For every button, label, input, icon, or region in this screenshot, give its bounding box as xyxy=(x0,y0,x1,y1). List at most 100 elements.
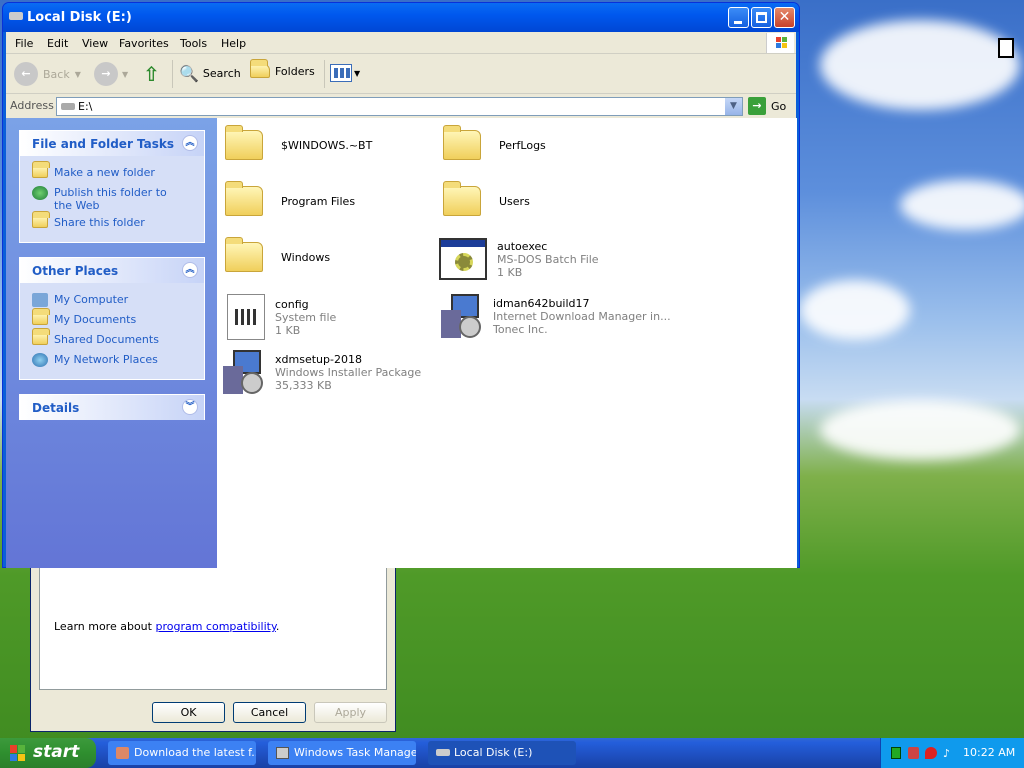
panel-header[interactable]: File and Folder Tasks ︽ xyxy=(20,131,204,156)
folder-icon xyxy=(443,181,481,216)
forward-button[interactable]: → ▼ xyxy=(94,62,128,86)
file-item[interactable]: Users xyxy=(443,181,530,216)
learn-period: . xyxy=(275,620,280,633)
window-title: Local Disk (E:) xyxy=(27,10,132,25)
make-new-folder-link[interactable]: Make a new folder xyxy=(32,161,155,179)
address-field[interactable]: E:\ ▼ xyxy=(56,97,743,116)
file-item[interactable]: PerfLogs xyxy=(443,125,546,160)
file-name: config xyxy=(275,297,309,311)
up-folder-icon[interactable]: ⇧ xyxy=(143,62,165,86)
start-button[interactable]: start xyxy=(0,738,96,768)
task-pane: File and Folder Tasks ︽ Make a new folder… xyxy=(6,118,217,568)
file-item[interactable]: Program Files xyxy=(225,181,355,216)
search-label: Search xyxy=(202,67,241,80)
folder-icon xyxy=(443,125,481,160)
panel-title: Other Places xyxy=(32,264,119,278)
apply-button: Apply xyxy=(314,702,387,723)
menu-view[interactable]: View xyxy=(82,37,108,50)
publish-folder-link[interactable]: Publish this folder to the Web xyxy=(32,186,182,212)
item-label: Make a new folder xyxy=(54,166,155,179)
taskbar-item-local-disk[interactable]: Local Disk (E:) xyxy=(428,741,576,765)
file-name: Users xyxy=(499,194,530,208)
file-item[interactable]: idman642build17 Internet Download Manager… xyxy=(441,294,671,338)
taskbar-item-task-manager[interactable]: Windows Task Manager xyxy=(268,741,416,765)
file-item[interactable]: autoexec MS-DOS Batch File 1 KB xyxy=(439,238,599,280)
dropdown-arrow-icon: ▼ xyxy=(122,69,129,79)
panel-title: File and Folder Tasks xyxy=(32,137,175,151)
documents-icon xyxy=(32,308,50,325)
collapse-chevron-icon[interactable]: ︽ xyxy=(182,262,198,278)
file-name: Windows xyxy=(281,250,331,264)
go-button[interactable]: → Go xyxy=(748,97,786,115)
maximize-button[interactable] xyxy=(751,7,772,28)
drive-icon xyxy=(436,749,450,756)
batch-file-icon xyxy=(439,238,487,280)
windows-flag-icon xyxy=(10,745,26,761)
menu-favorites[interactable]: Favorites xyxy=(119,37,169,50)
menu-bar: File Edit View Favorites Tools Help xyxy=(6,32,796,54)
views-button[interactable]: ▼ xyxy=(330,64,360,82)
globe-icon xyxy=(32,186,48,200)
ok-button[interactable]: OK xyxy=(152,702,225,723)
menu-tools[interactable]: Tools xyxy=(180,37,207,50)
properties-dialog: Learn more about program compatibility. … xyxy=(30,560,396,732)
task-label: Download the latest f... xyxy=(134,746,256,759)
folder-icon xyxy=(225,181,263,216)
taskbar-item-download[interactable]: Download the latest f... xyxy=(108,741,256,765)
cancel-button[interactable]: Cancel xyxy=(233,702,306,723)
shared-documents-link[interactable]: Shared Documents xyxy=(32,328,159,346)
file-type: MS-DOS Batch File xyxy=(497,252,599,266)
file-name: xdmsetup-2018 xyxy=(275,352,362,366)
search-button[interactable]: 🔍 Search xyxy=(179,64,241,83)
file-company: Tonec Inc. xyxy=(493,322,548,336)
dropdown-arrow-icon: ▼ xyxy=(354,68,361,78)
tray-app-icon[interactable] xyxy=(891,747,901,759)
security-shield-icon[interactable] xyxy=(925,747,937,759)
folder-icon xyxy=(225,237,263,272)
share-folder-icon xyxy=(32,211,50,228)
share-folder-link[interactable]: Share this folder xyxy=(32,211,145,229)
toolbar-divider xyxy=(324,60,325,88)
file-size: 1 KB xyxy=(275,323,301,337)
file-item[interactable]: xdmsetup-2018 Windows Installer Package 35… xyxy=(223,350,421,394)
my-documents-link[interactable]: My Documents xyxy=(32,308,136,326)
item-label: My Computer xyxy=(54,293,129,306)
cloud xyxy=(820,20,1020,110)
program-compatibility-link[interactable]: program compatibility xyxy=(155,620,275,633)
file-name: autoexec xyxy=(497,239,548,253)
new-folder-icon xyxy=(32,161,50,178)
network-icon xyxy=(32,353,48,367)
menu-edit[interactable]: Edit xyxy=(47,37,68,50)
folder-icon xyxy=(250,59,270,78)
menu-file[interactable]: File xyxy=(15,37,33,50)
file-name: idman642build17 xyxy=(493,296,590,310)
expand-chevron-icon[interactable]: ︾ xyxy=(182,399,198,415)
my-computer-link[interactable]: My Computer xyxy=(32,293,128,307)
volume-icon[interactable]: ♪ xyxy=(943,747,955,760)
panel-header[interactable]: Other Places ︽ xyxy=(20,258,204,283)
item-label: Share this folder xyxy=(54,216,145,229)
minimize-button[interactable] xyxy=(728,7,749,28)
item-label: My Network Places xyxy=(54,353,158,366)
tray-tool-icon[interactable] xyxy=(908,747,919,759)
folder-icon xyxy=(225,125,263,160)
search-icon: 🔍 xyxy=(179,64,199,83)
folders-button[interactable]: Folders xyxy=(250,59,315,78)
panel-header[interactable]: Details ︾ xyxy=(20,395,204,420)
collapse-chevron-icon[interactable]: ︽ xyxy=(182,135,198,151)
file-item[interactable]: config System file 1 KB xyxy=(227,294,336,340)
start-label: start xyxy=(33,742,80,762)
menu-help[interactable]: Help xyxy=(221,37,246,50)
forward-arrow-icon: → xyxy=(94,62,118,86)
go-label: Go xyxy=(771,99,787,113)
file-item[interactable]: Windows xyxy=(225,237,331,272)
back-button[interactable]: ← Back ▼ xyxy=(14,62,81,86)
close-button[interactable]: ✕ xyxy=(774,7,795,28)
file-list: $WINDOWS.~BT PerfLogs Program Files User… xyxy=(217,118,797,568)
file-item[interactable]: $WINDOWS.~BT xyxy=(225,125,372,160)
clock[interactable]: 10:22 AM xyxy=(963,746,1015,759)
title-bar[interactable]: Local Disk (E:) ✕ xyxy=(3,3,799,32)
browser-icon xyxy=(116,747,129,759)
my-network-places-link[interactable]: My Network Places xyxy=(32,353,158,367)
address-dropdown-button[interactable]: ▼ xyxy=(725,98,742,115)
